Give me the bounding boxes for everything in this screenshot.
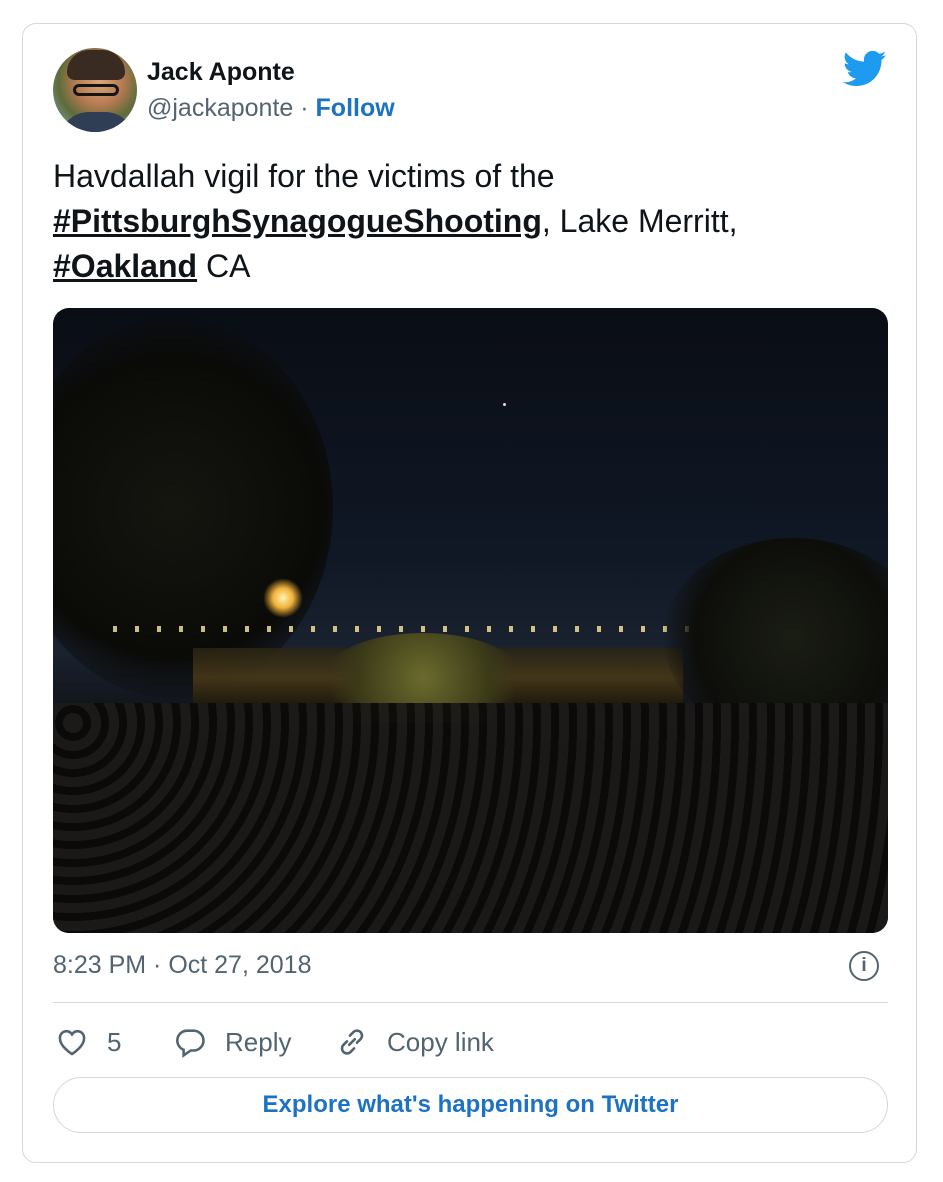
avatar[interactable] <box>53 48 137 132</box>
hashtag-pittsburgh[interactable]: #PittsburghSynagogueShooting <box>53 203 542 239</box>
copy-link-label: Copy link <box>387 1026 494 1057</box>
tweet-card: Jack Aponte @jackaponte · Follow Havdall… <box>22 23 917 1163</box>
speech-bubble-icon <box>176 1029 205 1058</box>
author-handle[interactable]: @jackaponte <box>147 94 293 122</box>
photo-crowd <box>53 703 888 933</box>
tweet-text-part3: CA <box>197 248 251 284</box>
avatar-shirt <box>59 112 135 132</box>
follow-button[interactable]: Follow <box>316 94 395 122</box>
copy-link-button[interactable]: Copy link <box>335 1022 494 1062</box>
reply-label: Reply <box>225 1026 292 1057</box>
reply-button[interactable]: Reply <box>173 1022 291 1062</box>
heart-icon <box>58 1029 86 1056</box>
divider <box>53 1002 888 1003</box>
handle-separator: · <box>293 94 316 122</box>
tweet-photo[interactable] <box>53 308 888 933</box>
tweet-text: Havdallah vigil for the victims of the #… <box>53 154 873 289</box>
tweet-text-part1: Havdallah vigil for the victims of the <box>53 158 555 194</box>
photo-street-lamp <box>263 578 303 618</box>
avatar-hair <box>67 50 125 80</box>
photo-star <box>503 403 506 406</box>
avatar-glasses <box>73 84 119 96</box>
twitter-bird-icon[interactable] <box>843 50 887 88</box>
author-name[interactable]: Jack Aponte <box>147 58 295 87</box>
hashtag-oakland[interactable]: #Oakland <box>53 248 197 284</box>
author-handle-row: @jackaponte · Follow <box>147 94 395 123</box>
like-count: 5 <box>107 1026 122 1057</box>
explore-twitter-button[interactable]: Explore what's happening on Twitter <box>53 1077 888 1133</box>
tweet-timestamp[interactable]: 8:23 PM · Oct 27, 2018 <box>53 951 311 980</box>
tweet-text-part2: , Lake Merritt, <box>541 203 738 239</box>
link-icon <box>340 1029 364 1055</box>
photo-tree-left <box>53 318 333 698</box>
info-icon[interactable]: i <box>849 951 879 981</box>
like-button[interactable]: 5 <box>55 1022 121 1062</box>
